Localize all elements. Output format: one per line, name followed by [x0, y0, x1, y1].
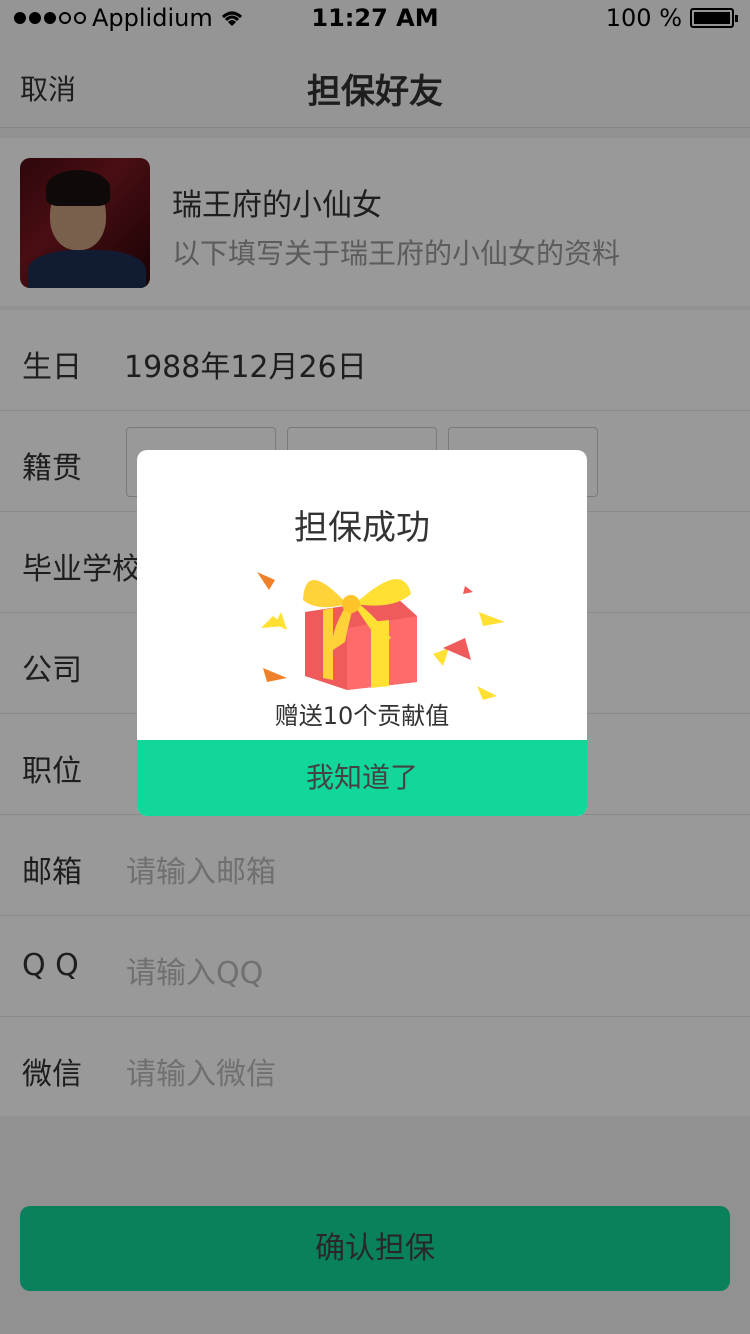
- success-dialog: 担保成功 赠送10个贡献值 我知道了: [137, 450, 587, 816]
- dialog-title: 担保成功: [294, 508, 430, 548]
- gift-icon: [257, 572, 505, 700]
- dialog-ok-button[interactable]: 我知道了: [137, 740, 587, 816]
- dialog-text: 赠送10个贡献值: [274, 702, 450, 730]
